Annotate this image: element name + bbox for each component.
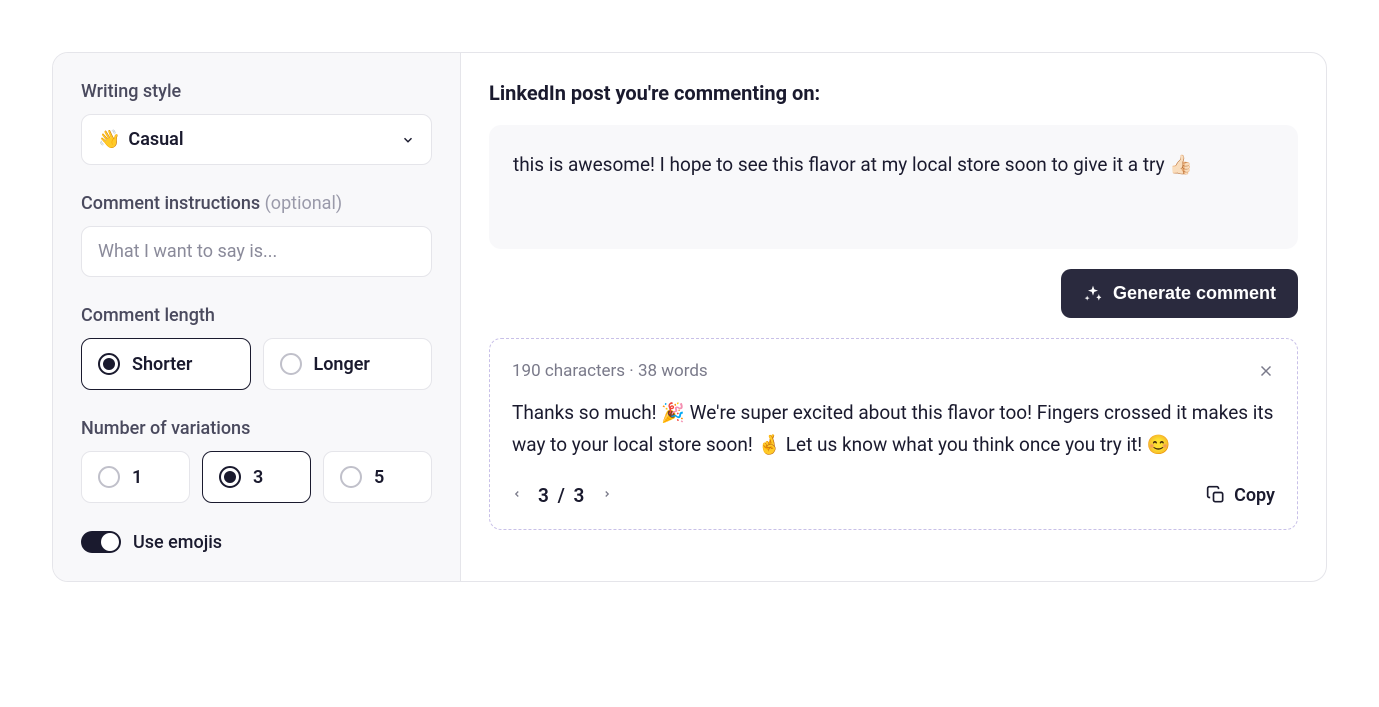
instructions-input[interactable] bbox=[81, 226, 432, 277]
source-post-box: this is awesome! I hope to see this flav… bbox=[489, 125, 1298, 249]
writing-style-select[interactable]: 👋 Casual bbox=[81, 114, 432, 165]
main-heading: LinkedIn post you're commenting on: bbox=[489, 81, 1298, 105]
writing-style-value: Casual bbox=[128, 129, 183, 150]
close-icon[interactable] bbox=[1257, 362, 1275, 380]
chevron-down-icon bbox=[401, 133, 415, 147]
copy-button-label: Copy bbox=[1234, 485, 1275, 506]
writing-style-label: Writing style bbox=[81, 81, 432, 102]
emoji-toggle-label: Use emojis bbox=[133, 532, 222, 553]
pager-next-icon[interactable] bbox=[602, 485, 612, 506]
generate-button[interactable]: Generate comment bbox=[1061, 269, 1298, 318]
pager-position: 3 / 3 bbox=[538, 484, 586, 507]
app-container: Writing style 👋 Casual Comment instructi… bbox=[52, 52, 1327, 582]
variations-option-3[interactable]: 3 bbox=[202, 451, 311, 503]
result-meta: 190 characters · 38 words bbox=[512, 361, 708, 381]
pager: 3 / 3 bbox=[512, 484, 612, 507]
copy-icon bbox=[1206, 485, 1226, 505]
instructions-field: Comment instructions (optional) bbox=[81, 193, 432, 277]
emoji-toggle[interactable] bbox=[81, 531, 121, 553]
source-post-text: this is awesome! I hope to see this flav… bbox=[513, 153, 1193, 176]
writing-style-field: Writing style 👋 Casual bbox=[81, 81, 432, 165]
radio-icon bbox=[219, 466, 241, 488]
length-radio-group: Shorter Longer bbox=[81, 338, 432, 390]
emoji-toggle-row: Use emojis bbox=[81, 531, 432, 553]
radio-icon bbox=[340, 466, 362, 488]
result-text: Thanks so much! 🎉 We're super excited ab… bbox=[512, 397, 1275, 462]
toggle-knob-icon bbox=[101, 533, 119, 551]
radio-icon bbox=[98, 466, 120, 488]
length-field: Comment length Shorter Longer bbox=[81, 305, 432, 390]
variations-field: Number of variations 1 3 5 bbox=[81, 418, 432, 503]
radio-icon bbox=[280, 353, 302, 375]
sidebar: Writing style 👋 Casual Comment instructi… bbox=[53, 53, 461, 581]
copy-button[interactable]: Copy bbox=[1206, 485, 1275, 506]
sparkle-icon bbox=[1083, 284, 1103, 304]
variations-option-5[interactable]: 5 bbox=[323, 451, 432, 503]
radio-icon bbox=[98, 353, 120, 375]
main-panel: LinkedIn post you're commenting on: this… bbox=[461, 53, 1326, 581]
variations-radio-group: 1 3 5 bbox=[81, 451, 432, 503]
variations-label: Number of variations bbox=[81, 418, 432, 439]
result-footer: 3 / 3 Copy bbox=[512, 484, 1275, 507]
length-option-longer[interactable]: Longer bbox=[263, 338, 433, 390]
result-box: 190 characters · 38 words Thanks so much… bbox=[489, 338, 1298, 530]
pager-prev-icon[interactable] bbox=[512, 485, 522, 506]
generate-row: Generate comment bbox=[489, 269, 1298, 318]
result-header: 190 characters · 38 words bbox=[512, 361, 1275, 381]
wave-emoji-icon: 👋 bbox=[98, 129, 120, 150]
instructions-label: Comment instructions (optional) bbox=[81, 193, 432, 214]
generate-button-label: Generate comment bbox=[1113, 283, 1276, 304]
length-label: Comment length bbox=[81, 305, 432, 326]
variations-option-1[interactable]: 1 bbox=[81, 451, 190, 503]
length-option-shorter[interactable]: Shorter bbox=[81, 338, 251, 390]
